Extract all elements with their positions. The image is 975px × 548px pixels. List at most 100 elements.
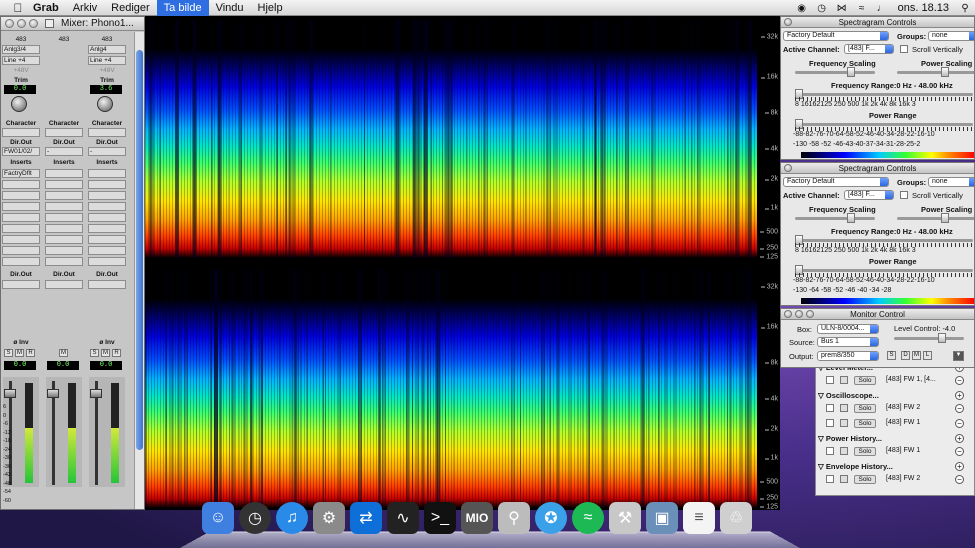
spotlight-search-icon[interactable]: ⚲ bbox=[955, 3, 975, 14]
insert-slot[interactable] bbox=[2, 257, 40, 266]
insert-slot[interactable] bbox=[88, 202, 126, 211]
output-select[interactable]: FW01/02/ bbox=[2, 147, 40, 156]
remove-icon[interactable]: − bbox=[955, 404, 964, 413]
menu-arkiv[interactable]: Arkiv bbox=[66, 0, 104, 16]
source-select[interactable]: Bus 1 bbox=[817, 337, 879, 347]
menu-rediger[interactable]: Rediger bbox=[104, 0, 157, 16]
insert-slot[interactable] bbox=[45, 257, 83, 266]
insert-slot[interactable] bbox=[45, 235, 83, 244]
safari-icon[interactable]: ✪ bbox=[533, 500, 569, 536]
box-select[interactable]: ULN-8/0004... bbox=[817, 324, 879, 334]
spotify-icon[interactable]: ≈ bbox=[570, 500, 606, 536]
insert-slot[interactable] bbox=[2, 180, 40, 189]
record-button[interactable]: R bbox=[112, 349, 121, 357]
insert-slot[interactable] bbox=[45, 246, 83, 255]
activity-monitor-icon[interactable]: ∿ bbox=[385, 500, 421, 536]
minimize-button[interactable] bbox=[17, 19, 26, 28]
dashboard-icon[interactable]: ◷ bbox=[237, 500, 273, 536]
solo-button[interactable]: Solo bbox=[854, 419, 876, 428]
panel-title-bar[interactable]: Spectragram Controls bbox=[781, 163, 974, 174]
level-control-slider[interactable] bbox=[894, 333, 964, 343]
item-enable-checkbox[interactable] bbox=[840, 419, 848, 427]
insert-slot[interactable] bbox=[2, 235, 40, 244]
remove-icon[interactable]: − bbox=[955, 475, 964, 484]
fader-cap[interactable] bbox=[90, 389, 102, 398]
channel-fader[interactable] bbox=[46, 377, 82, 487]
groups-select[interactable]: none bbox=[928, 31, 974, 41]
close-button[interactable] bbox=[5, 19, 14, 28]
item-checkbox[interactable] bbox=[826, 475, 834, 483]
time-machine-icon[interactable]: ◷ bbox=[812, 3, 832, 14]
trash-icon[interactable]: ♲ bbox=[718, 500, 754, 536]
add-icon[interactable]: + bbox=[955, 434, 964, 443]
solo-button[interactable]: Solo bbox=[854, 404, 876, 413]
mio-icon[interactable]: MIO bbox=[459, 500, 495, 536]
disclosure-triangle-icon[interactable]: ▽ bbox=[818, 391, 826, 400]
mute-toggle[interactable]: M bbox=[912, 351, 921, 360]
active-channel-select[interactable]: [483] F... bbox=[844, 44, 894, 54]
terminal-icon[interactable]: >_ bbox=[422, 500, 458, 536]
insert-slot[interactable] bbox=[88, 246, 126, 255]
mixer-title-bar[interactable]: Mixer: Phono1... bbox=[1, 17, 144, 31]
solo-button[interactable]: Solo bbox=[854, 447, 876, 456]
fader-cap[interactable] bbox=[47, 389, 59, 398]
power-scaling-slider[interactable] bbox=[897, 213, 974, 223]
solo-button[interactable]: S bbox=[90, 349, 99, 357]
minimize-button[interactable] bbox=[795, 310, 803, 318]
system-preferences-icon[interactable]: ⚙ bbox=[311, 500, 347, 536]
menu-vindu[interactable]: Vindu bbox=[209, 0, 251, 16]
slider-thumb[interactable] bbox=[941, 213, 949, 223]
scroll-thumb[interactable] bbox=[136, 50, 143, 450]
record-button[interactable]: R bbox=[26, 349, 35, 357]
power-range-slider[interactable] bbox=[795, 265, 973, 275]
item-enable-checkbox[interactable] bbox=[840, 404, 848, 412]
zoom-button[interactable] bbox=[806, 310, 814, 318]
character-select[interactable] bbox=[45, 128, 83, 137]
utility-icon[interactable]: ⚒ bbox=[607, 500, 643, 536]
solo-button[interactable]: S bbox=[4, 349, 13, 357]
active-channel-select[interactable]: [483] F... bbox=[844, 190, 894, 200]
magnifier-icon[interactable]: ⚲ bbox=[496, 500, 532, 536]
l-toggle[interactable]: L bbox=[923, 351, 932, 360]
preset-select[interactable]: Factory Default bbox=[783, 177, 889, 187]
input-select[interactable]: Anlg3/4 bbox=[2, 45, 40, 54]
close-button[interactable] bbox=[784, 164, 792, 172]
monitor-title-bar[interactable]: Monitor Control bbox=[781, 309, 974, 320]
frequency-scaling-slider[interactable] bbox=[795, 213, 875, 223]
level-select[interactable]: Line +4 bbox=[2, 56, 40, 65]
insert-slot[interactable] bbox=[45, 191, 83, 200]
menu-ta-bilde[interactable]: Ta bilde bbox=[156, 0, 209, 16]
remove-icon[interactable]: − bbox=[955, 447, 964, 456]
trim-knob[interactable] bbox=[11, 96, 27, 112]
groups-select[interactable]: none bbox=[928, 177, 974, 187]
insert-slot[interactable] bbox=[2, 202, 40, 211]
insert-slot[interactable] bbox=[88, 235, 126, 244]
dim-toggle[interactable]: D bbox=[901, 351, 910, 360]
insert-slot[interactable] bbox=[45, 224, 83, 233]
monitor-group-header[interactable]: ▽ Envelope History... bbox=[818, 462, 893, 471]
direct-out-select[interactable] bbox=[2, 280, 40, 289]
panel-title-bar[interactable]: Spectragram Controls bbox=[781, 17, 974, 28]
teamviewer-icon[interactable]: ⇄ bbox=[348, 500, 384, 536]
disclosure-triangle-icon[interactable]: ▽ bbox=[818, 462, 826, 471]
direct-out-select[interactable] bbox=[45, 280, 83, 289]
insert-slot[interactable]: FactryDflt bbox=[2, 169, 40, 178]
insert-slot[interactable] bbox=[2, 224, 40, 233]
solo-toggle[interactable]: S bbox=[887, 351, 896, 360]
trim-knob[interactable] bbox=[97, 96, 113, 112]
output-select[interactable]: - bbox=[45, 147, 83, 156]
add-icon[interactable]: + bbox=[955, 462, 964, 471]
mute-button[interactable]: M bbox=[101, 349, 110, 357]
scroll-vertically-checkbox[interactable] bbox=[900, 45, 908, 53]
finder-icon[interactable]: ☺ bbox=[200, 500, 236, 536]
mute-button[interactable]: M bbox=[59, 349, 68, 357]
mixer-scrollbar[interactable] bbox=[134, 32, 144, 509]
item-enable-checkbox[interactable] bbox=[840, 447, 848, 455]
document-icon[interactable]: ≡ bbox=[681, 500, 717, 536]
monitor-group-header[interactable]: ▽ Oscilloscope... bbox=[818, 391, 879, 400]
insert-slot[interactable] bbox=[88, 191, 126, 200]
solo-button[interactable]: Solo bbox=[854, 475, 876, 484]
insert-slot[interactable] bbox=[45, 180, 83, 189]
insert-slot[interactable] bbox=[88, 180, 126, 189]
insert-slot[interactable] bbox=[88, 257, 126, 266]
